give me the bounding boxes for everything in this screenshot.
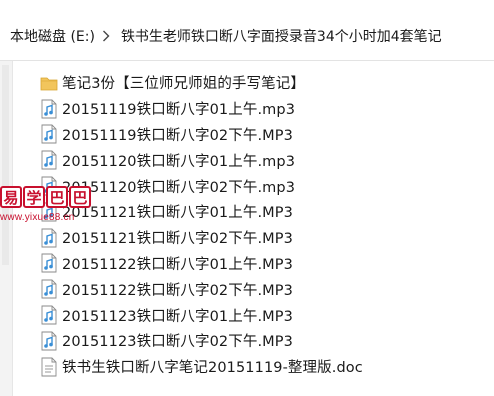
audio-file-icon [40, 331, 58, 351]
watermark-stamp: 易 学 巴 巴 www.yixue88.cn [0, 186, 98, 234]
file-item[interactable]: 20151122铁口断八字01上午.MP3 [40, 251, 490, 277]
watermark-char: 巴 [46, 186, 68, 208]
audio-file-icon [40, 253, 58, 273]
file-item[interactable]: 20151123铁口断八字01上午.MP3 [40, 302, 490, 328]
audio-file-icon [40, 279, 58, 299]
file-item[interactable]: 20151120铁口断八字01上午.mp3 [40, 147, 490, 173]
watermark-url: www.yixue88.cn [0, 212, 75, 223]
file-name: 笔记3份【三位师兄师姐的手写笔记】 [62, 76, 305, 93]
folder-icon [40, 73, 58, 93]
file-name: 20151123铁口断八字01上午.MP3 [62, 308, 293, 325]
file-name: 20151119铁口断八字02下午.MP3 [62, 127, 293, 144]
file-name: 20151120铁口断八字01上午.mp3 [62, 153, 296, 170]
file-name: 20151123铁口断八字02下午.MP3 [62, 334, 293, 351]
breadcrumb: 本地磁盘 (E:) 铁书生老师铁口断八字面授录音34个小时加4套笔记 [0, 14, 494, 58]
file-name: 铁书生铁口断八字笔记20151119-整理版.doc [62, 360, 363, 377]
file-item[interactable]: 20151119铁口断八字02下午.MP3 [40, 122, 490, 148]
file-item[interactable]: 20151119铁口断八字01上午.mp3 [40, 96, 490, 122]
folder-item[interactable]: 笔记3份【三位师兄师姐的手写笔记】 [40, 70, 490, 96]
watermark-char: 学 [23, 186, 45, 208]
audio-file-icon [40, 150, 58, 170]
watermark-char: 易 [0, 186, 22, 208]
audio-file-icon [40, 124, 58, 144]
breadcrumb-drive[interactable]: 本地磁盘 (E:) [0, 26, 99, 46]
file-name: 20151122铁口断八字01上午.MP3 [62, 256, 293, 273]
scrollbar-thumb[interactable] [2, 65, 9, 265]
audio-file-icon [40, 305, 58, 325]
file-item[interactable]: 20151121铁口断八字02下午.MP3 [40, 225, 490, 251]
file-item[interactable]: 铁书生铁口断八字笔记20151119-整理版.doc [40, 354, 490, 380]
file-name: 20151122铁口断八字02下午.MP3 [62, 282, 293, 299]
file-item[interactable]: 20151121铁口断八字01上午.MP3 [40, 199, 490, 225]
file-explorer-window: 本地磁盘 (E:) 铁书生老师铁口断八字面授录音34个小时加4套笔记 笔记3份【… [0, 0, 494, 396]
breadcrumb-folder[interactable]: 铁书生老师铁口断八字面授录音34个小时加4套笔记 [113, 26, 446, 46]
file-item[interactable]: 20151123铁口断八字02下午.MP3 [40, 328, 490, 354]
file-item[interactable]: 20151122铁口断八字02下午.MP3 [40, 276, 490, 302]
document-file-icon [40, 357, 58, 377]
file-name: 20151119铁口断八字01上午.mp3 [62, 102, 296, 119]
chevron-right-icon[interactable] [99, 29, 113, 43]
watermark-characters: 易 学 巴 巴 [0, 186, 98, 208]
audio-file-icon [40, 99, 58, 119]
file-item[interactable]: 20151120铁口断八字02下午.mp3 [40, 173, 490, 199]
file-list: 笔记3份【三位师兄师姐的手写笔记】 20151119铁口断八字01上午.mp3 20… [40, 70, 490, 380]
watermark-char: 巴 [69, 186, 91, 208]
breadcrumb-divider [0, 60, 494, 61]
